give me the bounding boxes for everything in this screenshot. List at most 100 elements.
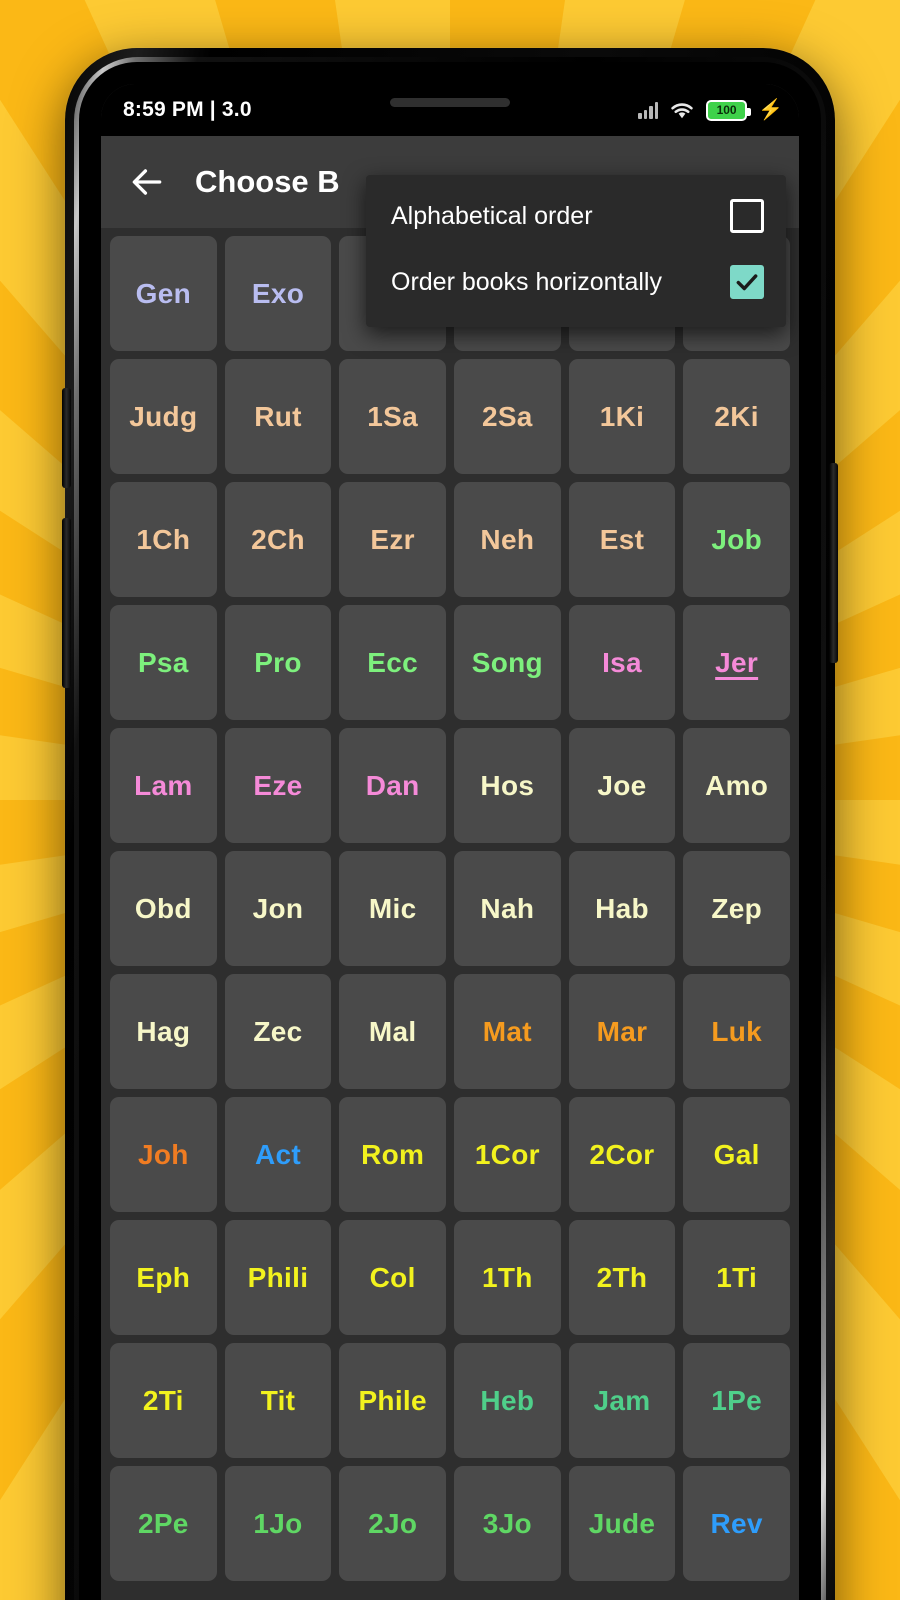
volume-down-button[interactable] (62, 518, 71, 688)
book-tile[interactable]: Isa (568, 605, 676, 720)
book-tile[interactable]: Eze (224, 728, 332, 843)
book-tile-label: Heb (480, 1384, 535, 1416)
book-tile-label: 2Ti (142, 1384, 184, 1416)
overflow-menu[interactable]: Alphabetical order Order books horizonta… (366, 175, 786, 327)
book-tile[interactable]: Nah (453, 851, 561, 966)
book-tile[interactable]: Mat (453, 974, 561, 1089)
back-arrow-icon[interactable] (125, 160, 169, 204)
book-tile[interactable]: Phili (224, 1220, 332, 1335)
book-tile[interactable]: Jon (224, 851, 332, 966)
book-tile-label: Mic (368, 892, 417, 924)
book-tile[interactable]: 1Pe (683, 1343, 790, 1458)
book-tile[interactable]: Mar (568, 974, 676, 1089)
book-tile[interactable]: Song (453, 605, 561, 720)
menu-item-order-books-horizontally[interactable]: Order books horizontally (366, 249, 786, 315)
book-tile[interactable]: Joe (568, 728, 676, 843)
wifi-icon (671, 103, 693, 119)
menu-item-alphabetical-order[interactable]: Alphabetical order (366, 183, 786, 249)
book-tile[interactable]: Jer (683, 605, 790, 720)
book-tile[interactable]: Jude (568, 1466, 676, 1581)
book-tile[interactable]: Hos (453, 728, 561, 843)
book-tile-label: Jon (252, 892, 304, 924)
book-tile[interactable]: Luk (683, 974, 790, 1089)
book-tile-label: Hos (480, 769, 535, 801)
book-tile[interactable]: Col (339, 1220, 446, 1335)
book-tile[interactable]: Dan (339, 728, 446, 843)
book-tile[interactable]: 2Ti (110, 1343, 217, 1458)
book-tile[interactable]: Rev (683, 1466, 790, 1581)
book-tile[interactable]: Pro (224, 605, 332, 720)
book-tile[interactable]: Amo (683, 728, 790, 843)
book-tile[interactable]: Eph (110, 1220, 217, 1335)
book-grid: GenExoLevNumDeuJosJudgRut1Sa2Sa1Ki2Ki1Ch… (110, 236, 790, 1581)
book-tile[interactable]: 2Sa (453, 359, 561, 474)
checkbox-checked-icon[interactable] (730, 265, 764, 299)
book-tile-label: Luk (711, 1015, 762, 1047)
book-tile-label: 1Pe (711, 1384, 763, 1416)
book-tile[interactable]: 2Jo (339, 1466, 446, 1581)
book-tile[interactable]: 1Ki (568, 359, 676, 474)
book-tile[interactable]: 1Sa (339, 359, 446, 474)
book-tile[interactable]: Gal (683, 1097, 790, 1212)
phone-screen: 8:59 PM | 3.0 100 ⚡ Choose B Gen Exo Jud… (101, 84, 799, 1600)
book-tile[interactable]: Gen (110, 236, 217, 351)
earpiece-speaker-icon (390, 98, 510, 107)
book-tile[interactable]: Rut (224, 359, 332, 474)
book-tile[interactable]: 2Pe (110, 1466, 217, 1581)
status-time: 8:59 PM | 3.0 (123, 98, 252, 121)
book-tile[interactable]: Zep (683, 851, 790, 966)
book-tile[interactable]: 1Jo (224, 1466, 332, 1581)
book-tile[interactable]: 3Jo (453, 1466, 561, 1581)
book-tile[interactable]: Act (224, 1097, 332, 1212)
book-tile[interactable]: Phile (339, 1343, 446, 1458)
book-tile[interactable]: Judg (110, 359, 217, 474)
checkbox-unchecked-icon[interactable] (730, 199, 764, 233)
phone-mockup: 8:59 PM | 3.0 100 ⚡ Choose B Gen Exo Jud… (62, 48, 838, 1600)
book-tile[interactable]: Zec (224, 974, 332, 1089)
book-tile[interactable]: 1Ch (110, 482, 217, 597)
volume-up-button[interactable] (62, 388, 71, 488)
book-tile-label: Joh (137, 1138, 189, 1170)
book-tile-label: 2Ch (251, 523, 305, 555)
book-tile-label: Eph (136, 1261, 191, 1293)
book-tile-label: Joe (597, 769, 647, 801)
book-tile[interactable]: Rom (339, 1097, 446, 1212)
book-tile-label: Mal (368, 1015, 417, 1047)
book-tile-label: Nah (480, 892, 535, 924)
power-button[interactable] (829, 463, 838, 663)
book-tile-label: Hab (595, 892, 649, 924)
book-tile[interactable]: Exo (224, 236, 332, 351)
book-tile-label: Ezr (370, 523, 415, 555)
book-tile[interactable]: 2Cor (568, 1097, 676, 1212)
book-tile[interactable]: Est (568, 482, 676, 597)
book-tile[interactable]: 2Ch (224, 482, 332, 597)
book-tile[interactable]: Job (683, 482, 790, 597)
book-tile[interactable]: Ezr (339, 482, 446, 597)
signal-bars-icon (638, 101, 659, 119)
book-tile[interactable]: Tit (224, 1343, 332, 1458)
book-tile[interactable]: Obd (110, 851, 217, 966)
book-tile[interactable]: Neh (453, 482, 561, 597)
book-tile[interactable]: 2Th (568, 1220, 676, 1335)
book-tile-label: Tit (260, 1384, 296, 1416)
book-tile[interactable]: Hag (110, 974, 217, 1089)
book-tile[interactable]: Joh (110, 1097, 217, 1212)
book-tile-label: 2Ki (714, 400, 759, 432)
book-tile[interactable]: Ecc (339, 605, 446, 720)
book-tile-label: Jam (593, 1384, 651, 1416)
book-tile[interactable]: 1Cor (453, 1097, 561, 1212)
book-tile[interactable]: Mic (339, 851, 446, 966)
book-tile[interactable]: 1Th (453, 1220, 561, 1335)
book-tile[interactable]: Jam (568, 1343, 676, 1458)
book-tile[interactable]: Heb (453, 1343, 561, 1458)
checkmark-glyph (736, 274, 758, 291)
book-tile-label: Phile (358, 1384, 427, 1416)
book-tile-label: Judg (129, 400, 198, 432)
book-tile[interactable]: Mal (339, 974, 446, 1089)
book-tile[interactable]: 1Ti (683, 1220, 790, 1335)
book-tile[interactable]: Psa (110, 605, 217, 720)
book-tile[interactable]: 2Ki (683, 359, 790, 474)
book-tile[interactable]: Lam (110, 728, 217, 843)
book-tile[interactable]: Hab (568, 851, 676, 966)
menu-item-label: Alphabetical order (391, 201, 593, 230)
